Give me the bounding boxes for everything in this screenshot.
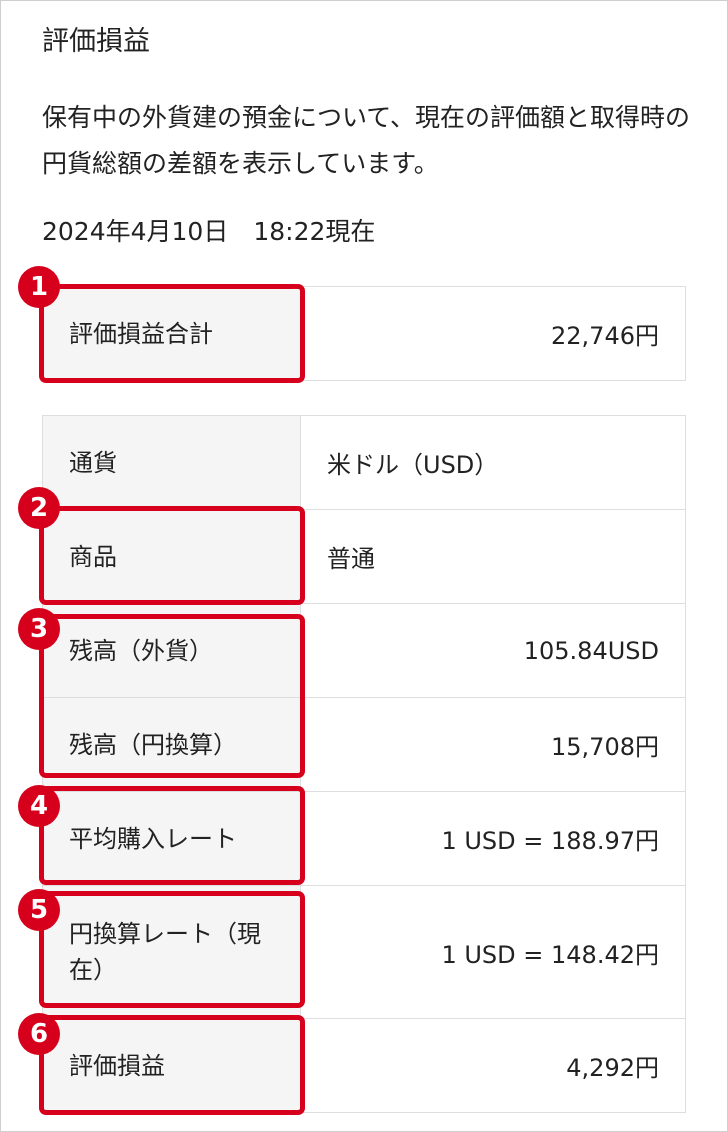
unrealized-pl-value: 4,292円 bbox=[300, 1018, 686, 1113]
marker-badge-2: 2 bbox=[18, 487, 60, 529]
currency-label: 通貨 bbox=[42, 415, 301, 510]
description-text: 保有中の外貨建の預金について、現在の評価額と取得時の円貨総額の差額を表示していま… bbox=[42, 103, 691, 178]
table-row: 通貨 米ドル（USD） bbox=[42, 415, 686, 510]
page-title: 評価損益 bbox=[42, 26, 150, 57]
highlight-box bbox=[39, 614, 305, 778]
as-of-timestamp: 2024年4月10日 18:22現在 bbox=[42, 217, 376, 246]
marker-badge-3: 3 bbox=[18, 608, 60, 650]
marker-badge-4: 4 bbox=[18, 785, 60, 827]
highlight-box bbox=[39, 506, 305, 605]
balance-yen-value: 15,708円 bbox=[300, 697, 686, 792]
highlight-box bbox=[39, 891, 305, 1008]
marker-badge-6: 6 bbox=[18, 1013, 60, 1055]
highlight-box bbox=[39, 1015, 305, 1115]
highlight-box bbox=[39, 786, 305, 885]
marker-badge-5: 5 bbox=[18, 889, 60, 931]
total-value: 22,746円 bbox=[300, 286, 686, 381]
balance-foreign-value: 105.84USD bbox=[300, 603, 686, 698]
product-value: 普通 bbox=[300, 509, 686, 604]
current-rate-value: 1 USD = 148.42円 bbox=[300, 885, 686, 1019]
marker-badge-1: 1 bbox=[18, 266, 60, 308]
average-rate-value: 1 USD = 188.97円 bbox=[300, 791, 686, 886]
currency-value: 米ドル（USD） bbox=[300, 415, 686, 510]
highlight-box bbox=[39, 284, 305, 383]
